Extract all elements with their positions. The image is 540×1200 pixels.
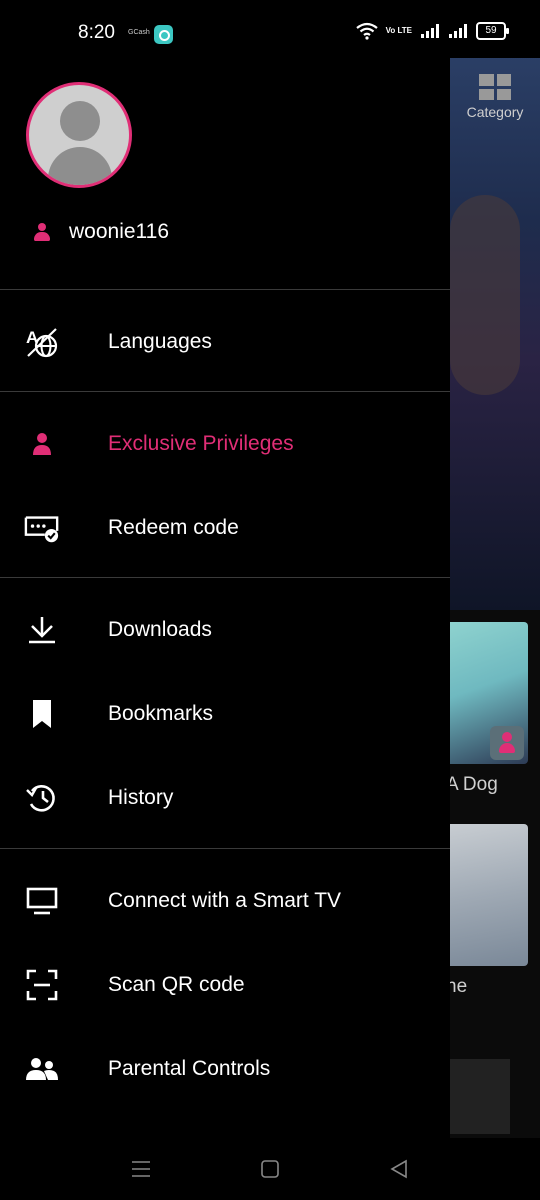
divider — [0, 848, 450, 849]
back-icon[interactable] — [386, 1156, 412, 1182]
languages-icon: A — [24, 324, 60, 360]
history-icon — [24, 780, 60, 816]
recent-apps-icon[interactable] — [128, 1156, 154, 1182]
menu-label-bookmarks: Bookmarks — [108, 702, 214, 725]
menu-item-smart-tv[interactable]: Connect with a Smart TV — [0, 871, 450, 931]
menu-item-bookmarks[interactable]: Bookmarks — [0, 684, 450, 744]
home-icon[interactable] — [257, 1156, 283, 1182]
battery-icon: 59 — [476, 22, 509, 40]
content-thumbnail[interactable] — [446, 1059, 510, 1134]
menu-label-languages: Languages — [108, 330, 212, 353]
menu-label-redeem-code: Redeem code — [108, 516, 239, 539]
signal-icon — [421, 24, 439, 38]
menu-item-redeem-code[interactable]: Redeem code — [0, 498, 450, 558]
divider — [0, 577, 450, 578]
content-title[interactable]: A Dog — [446, 774, 498, 796]
avatar-body-shape — [48, 147, 112, 185]
system-nav-bar — [0, 1138, 540, 1200]
navigation-drawer: woonie116 A Languages Exclusive Privileg… — [0, 58, 450, 1138]
user-profile-row[interactable]: woonie116 — [30, 220, 169, 244]
signal-icon — [449, 24, 467, 38]
menu-item-parental-controls[interactable]: Parental Controls — [0, 1039, 450, 1099]
avatar[interactable] — [26, 82, 132, 188]
divider — [0, 391, 450, 392]
menu-item-scan-qr[interactable]: Scan QR code — [0, 955, 450, 1015]
status-indicators: Vo LTE 59 — [355, 22, 509, 40]
status-bar: 8:20 GCash Vo LTE 59 — [0, 0, 540, 58]
avatar-head-shape — [60, 101, 100, 141]
download-icon — [24, 612, 60, 648]
vip-badge-icon — [490, 726, 524, 760]
tv-icon — [24, 883, 60, 919]
menu-label-scan-qr: Scan QR code — [108, 973, 245, 996]
status-time: 8:20 — [78, 22, 115, 43]
category-button[interactable]: Category — [462, 74, 528, 120]
category-grid-icon — [479, 74, 511, 100]
user-icon — [30, 220, 54, 244]
wifi-icon — [355, 22, 378, 40]
scan-icon — [24, 967, 60, 1003]
menu-label-history: History — [108, 786, 174, 809]
menu-label-exclusive-privileges: Exclusive Privileges — [108, 432, 294, 455]
category-label: Category — [466, 104, 524, 120]
parental-icon — [24, 1051, 60, 1087]
menu-label-downloads: Downloads — [108, 618, 212, 641]
bookmark-icon — [24, 696, 60, 732]
menu-item-exclusive-privileges[interactable]: Exclusive Privileges — [0, 414, 450, 474]
divider — [0, 289, 450, 290]
menu-item-history[interactable]: History — [0, 768, 450, 828]
privileges-user-icon — [24, 426, 60, 462]
content-thumbnail[interactable] — [446, 824, 528, 966]
menu-label-parental-controls: Parental Controls — [108, 1057, 271, 1080]
menu-label-smart-tv: Connect with a Smart TV — [108, 889, 342, 912]
app-notification-icon — [154, 25, 173, 44]
username: woonie116 — [69, 220, 170, 243]
gcash-notification-icon: GCash — [128, 29, 150, 36]
menu-item-languages[interactable]: A Languages — [0, 312, 450, 372]
redeem-icon — [24, 510, 60, 546]
menu-item-downloads[interactable]: Downloads — [0, 600, 450, 660]
volte-icon: Vo LTE — [385, 26, 412, 35]
